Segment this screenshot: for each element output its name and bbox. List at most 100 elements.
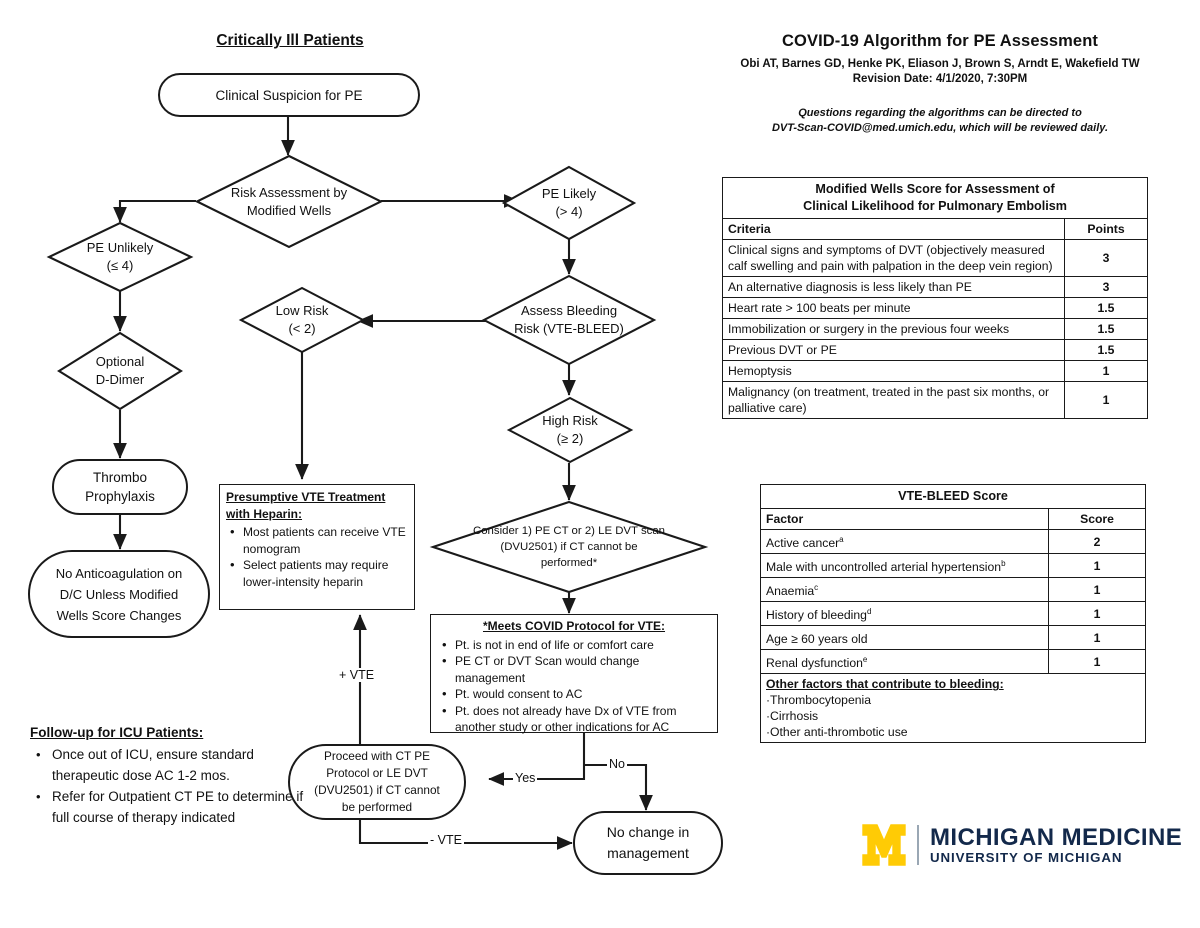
presumptive-title-line1: Presumptive VTE Treatment <box>226 490 386 504</box>
wells-criteria-cell: Hemoptysis <box>722 360 1065 382</box>
logo-wordmark: MICHIGAN MEDICINE UNIVERSITY OF MICHIGAN <box>930 825 1182 865</box>
node-pe-unlikely[interactable]: PE Unlikely (≤ 4) <box>46 221 194 293</box>
vtebleed-col-score: Score <box>1048 508 1146 530</box>
vtebleed-factor-text: Age ≥ 60 years old <box>766 632 868 647</box>
covid-protocol-bullet: Pt. would consent to AC <box>442 686 711 703</box>
covid-protocol-title: *Meets COVID Protocol for VTE: <box>482 619 666 633</box>
node-low-risk-line1: Low Risk <box>275 303 329 318</box>
vtebleed-score-cell: 2 <box>1048 528 1146 555</box>
node-optional-d-dimer-line2: D-Dimer <box>95 372 145 387</box>
node-low-risk[interactable]: Low Risk (< 2) <box>238 286 366 354</box>
vtebleed-table-title: VTE-BLEED Score <box>760 484 1146 509</box>
questions-note: Questions regarding the algorithms can b… <box>700 106 1180 136</box>
vtebleed-factor-cell: Age ≥ 60 years old <box>760 625 1049 651</box>
edge-label-negative-vte: - VTE <box>428 833 464 847</box>
wells-table-title: Modified Wells Score for Assessment of C… <box>722 177 1148 219</box>
covid-protocol-box: *Meets COVID Protocol for VTE: Pt. is no… <box>430 614 718 734</box>
wells-col-points: Points <box>1064 218 1148 240</box>
logo-divider <box>917 825 919 865</box>
table-row: Heart rate > 100 beats per minute 1.5 <box>722 297 1148 319</box>
vtebleed-factor-text: Active cancer <box>766 536 840 551</box>
wells-criteria-cell: Clinical signs and symptoms of DVT (obje… <box>722 239 1065 277</box>
vtebleed-other-factors-cell: Other factors that contribute to bleedin… <box>760 673 1146 744</box>
table-other-factors-row: Other factors that contribute to bleedin… <box>760 673 1146 744</box>
table-row: An alternative diagnosis is less likely … <box>722 276 1148 298</box>
flowchart-section-title: Critically Ill Patients <box>216 32 364 49</box>
michigan-medicine-logo: MICHIGAN MEDICINE UNIVERSITY OF MICHIGAN <box>862 824 1182 866</box>
vtebleed-footnote-marker: e <box>862 655 868 665</box>
node-no-change-management-line1: No change in <box>606 824 690 840</box>
node-high-risk[interactable]: High Risk (≥ 2) <box>506 396 634 464</box>
wells-points-cell: 3 <box>1064 239 1148 277</box>
wells-points-cell: 1.5 <box>1064 297 1148 319</box>
vtebleed-footnote-marker: d <box>866 607 872 617</box>
table-row: Immobilization or surgery in the previou… <box>722 318 1148 340</box>
edge-label-yes: Yes <box>513 771 538 785</box>
node-high-risk-line1: High Risk <box>542 413 598 428</box>
vtebleed-footnote-marker: c <box>814 583 819 593</box>
authors-line: Obi AT, Barnes GD, Henke PK, Eliason J, … <box>700 57 1180 87</box>
node-pe-unlikely-line2: (≤ 4) <box>106 258 134 273</box>
followup-bullet: Once out of ICU, ensure standard therape… <box>36 744 315 786</box>
vtebleed-factor-text: Renal dysfunction <box>766 656 863 671</box>
vtebleed-other-title: Other factors that contribute to bleedin… <box>766 677 1004 692</box>
presumptive-vte-treatment-box: Presumptive VTE Treatment with Heparin: … <box>219 484 415 610</box>
table-title-row: Modified Wells Score for Assessment of C… <box>722 177 1148 219</box>
vtebleed-score-cell: 1 <box>1048 601 1146 627</box>
presumptive-title-line2: with Heparin: <box>226 506 303 521</box>
page-title: COVID-19 Algorithm for PE Assessment <box>782 32 1098 50</box>
questions-line-2: DVT-Scan-COVID@med.umich.edu, which will… <box>771 122 1109 134</box>
node-thrombo-prophylaxis[interactable]: Thrombo Prophylaxis <box>52 459 188 515</box>
node-optional-d-dimer[interactable]: Optional D-Dimer <box>57 331 183 411</box>
vtebleed-score-cell: 1 <box>1048 553 1146 579</box>
node-pe-likely[interactable]: PE Likely (> 4) <box>501 165 637 241</box>
logo-line-2: UNIVERSITY OF MICHIGAN <box>930 850 1123 865</box>
table-row: Anaemiac 1 <box>760 577 1146 603</box>
table-header-row: Factor Score <box>760 508 1146 530</box>
node-clinical-suspicion-label: Clinical Suspicion for PE <box>215 87 363 103</box>
table-row: Previous DVT or PE 1.5 <box>722 339 1148 361</box>
followup-icu-section: Follow-up for ICU Patients: Once out of … <box>30 722 315 828</box>
vtebleed-other-item: ·Cirrhosis <box>766 709 819 724</box>
node-consider-imaging[interactable]: Consider 1) PE CT or 2) LE DVT scan (DVU… <box>429 500 709 594</box>
node-no-change-management[interactable]: No change in management <box>573 811 723 875</box>
table-row: Male with uncontrolled arterial hyperten… <box>760 553 1146 579</box>
node-no-anticoagulation-line2: D/C Unless Modified <box>59 586 179 602</box>
edge-label-no: No <box>607 757 627 771</box>
vtebleed-factor-cell: Active cancera <box>760 528 1049 555</box>
vtebleed-score-cell: 1 <box>1048 577 1146 603</box>
node-clinical-suspicion[interactable]: Clinical Suspicion for PE <box>158 73 420 117</box>
vtebleed-factor-text: Male with uncontrolled arterial hyperten… <box>766 560 1002 575</box>
vtebleed-factor-text: Anaemia <box>766 584 815 599</box>
node-proceed-ct-pe-line3: (DVU2501) if CT cannot <box>314 783 440 797</box>
wells-points-cell: 3 <box>1064 276 1148 298</box>
node-assess-bleeding-risk-line2: Risk (VTE-BLEED) <box>514 321 624 336</box>
wells-criteria-cell: An alternative diagnosis is less likely … <box>722 276 1065 298</box>
node-risk-assessment-line2: Modified Wells <box>246 202 332 218</box>
wells-points-cell: 1.5 <box>1064 318 1148 340</box>
node-no-anticoagulation-line1: No Anticoagulation on <box>55 565 183 581</box>
vtebleed-factor-cell: History of bleedingd <box>760 601 1049 627</box>
node-thrombo-prophylaxis-line1: Thrombo <box>92 470 148 485</box>
covid-protocol-bullet: PE CT or DVT Scan would change managemen… <box>442 653 711 686</box>
node-optional-d-dimer-line1: Optional <box>95 354 145 369</box>
wells-criteria-cell: Heart rate > 100 beats per minute <box>722 297 1065 319</box>
table-row: Age ≥ 60 years old 1 <box>760 625 1146 651</box>
vtebleed-other-item: ·Thrombocytopenia <box>766 693 871 708</box>
table-title-row: VTE-BLEED Score <box>760 484 1146 509</box>
table-row: History of bleedingd 1 <box>760 601 1146 627</box>
table-row: Renal dysfunctione 1 <box>760 649 1146 675</box>
node-proceed-ct-pe-line4: be performed <box>341 800 413 814</box>
table-row: Malignancy (on treatment, treated in the… <box>722 381 1148 419</box>
questions-line-1: Questions regarding the algorithms can b… <box>798 107 1082 119</box>
edge-label-positive-vte: + VTE <box>337 668 377 682</box>
wells-points-cell: 1 <box>1064 381 1148 419</box>
node-risk-assessment[interactable]: Risk Assessment by Modified Wells <box>194 154 384 249</box>
vtebleed-other-item: ·Other anti-thrombotic use <box>766 725 908 740</box>
modified-wells-score-table: Modified Wells Score for Assessment of C… <box>722 177 1148 419</box>
node-no-anticoagulation[interactable]: No Anticoagulation on D/C Unless Modifie… <box>28 550 210 638</box>
node-consider-imaging-line2: (DVU2501) if CT cannot be <box>500 541 638 553</box>
table-row: Hemoptysis 1 <box>722 360 1148 382</box>
node-low-risk-line2: (< 2) <box>288 321 316 336</box>
node-assess-bleeding-risk[interactable]: Assess Bleeding Risk (VTE-BLEED) <box>481 274 657 366</box>
